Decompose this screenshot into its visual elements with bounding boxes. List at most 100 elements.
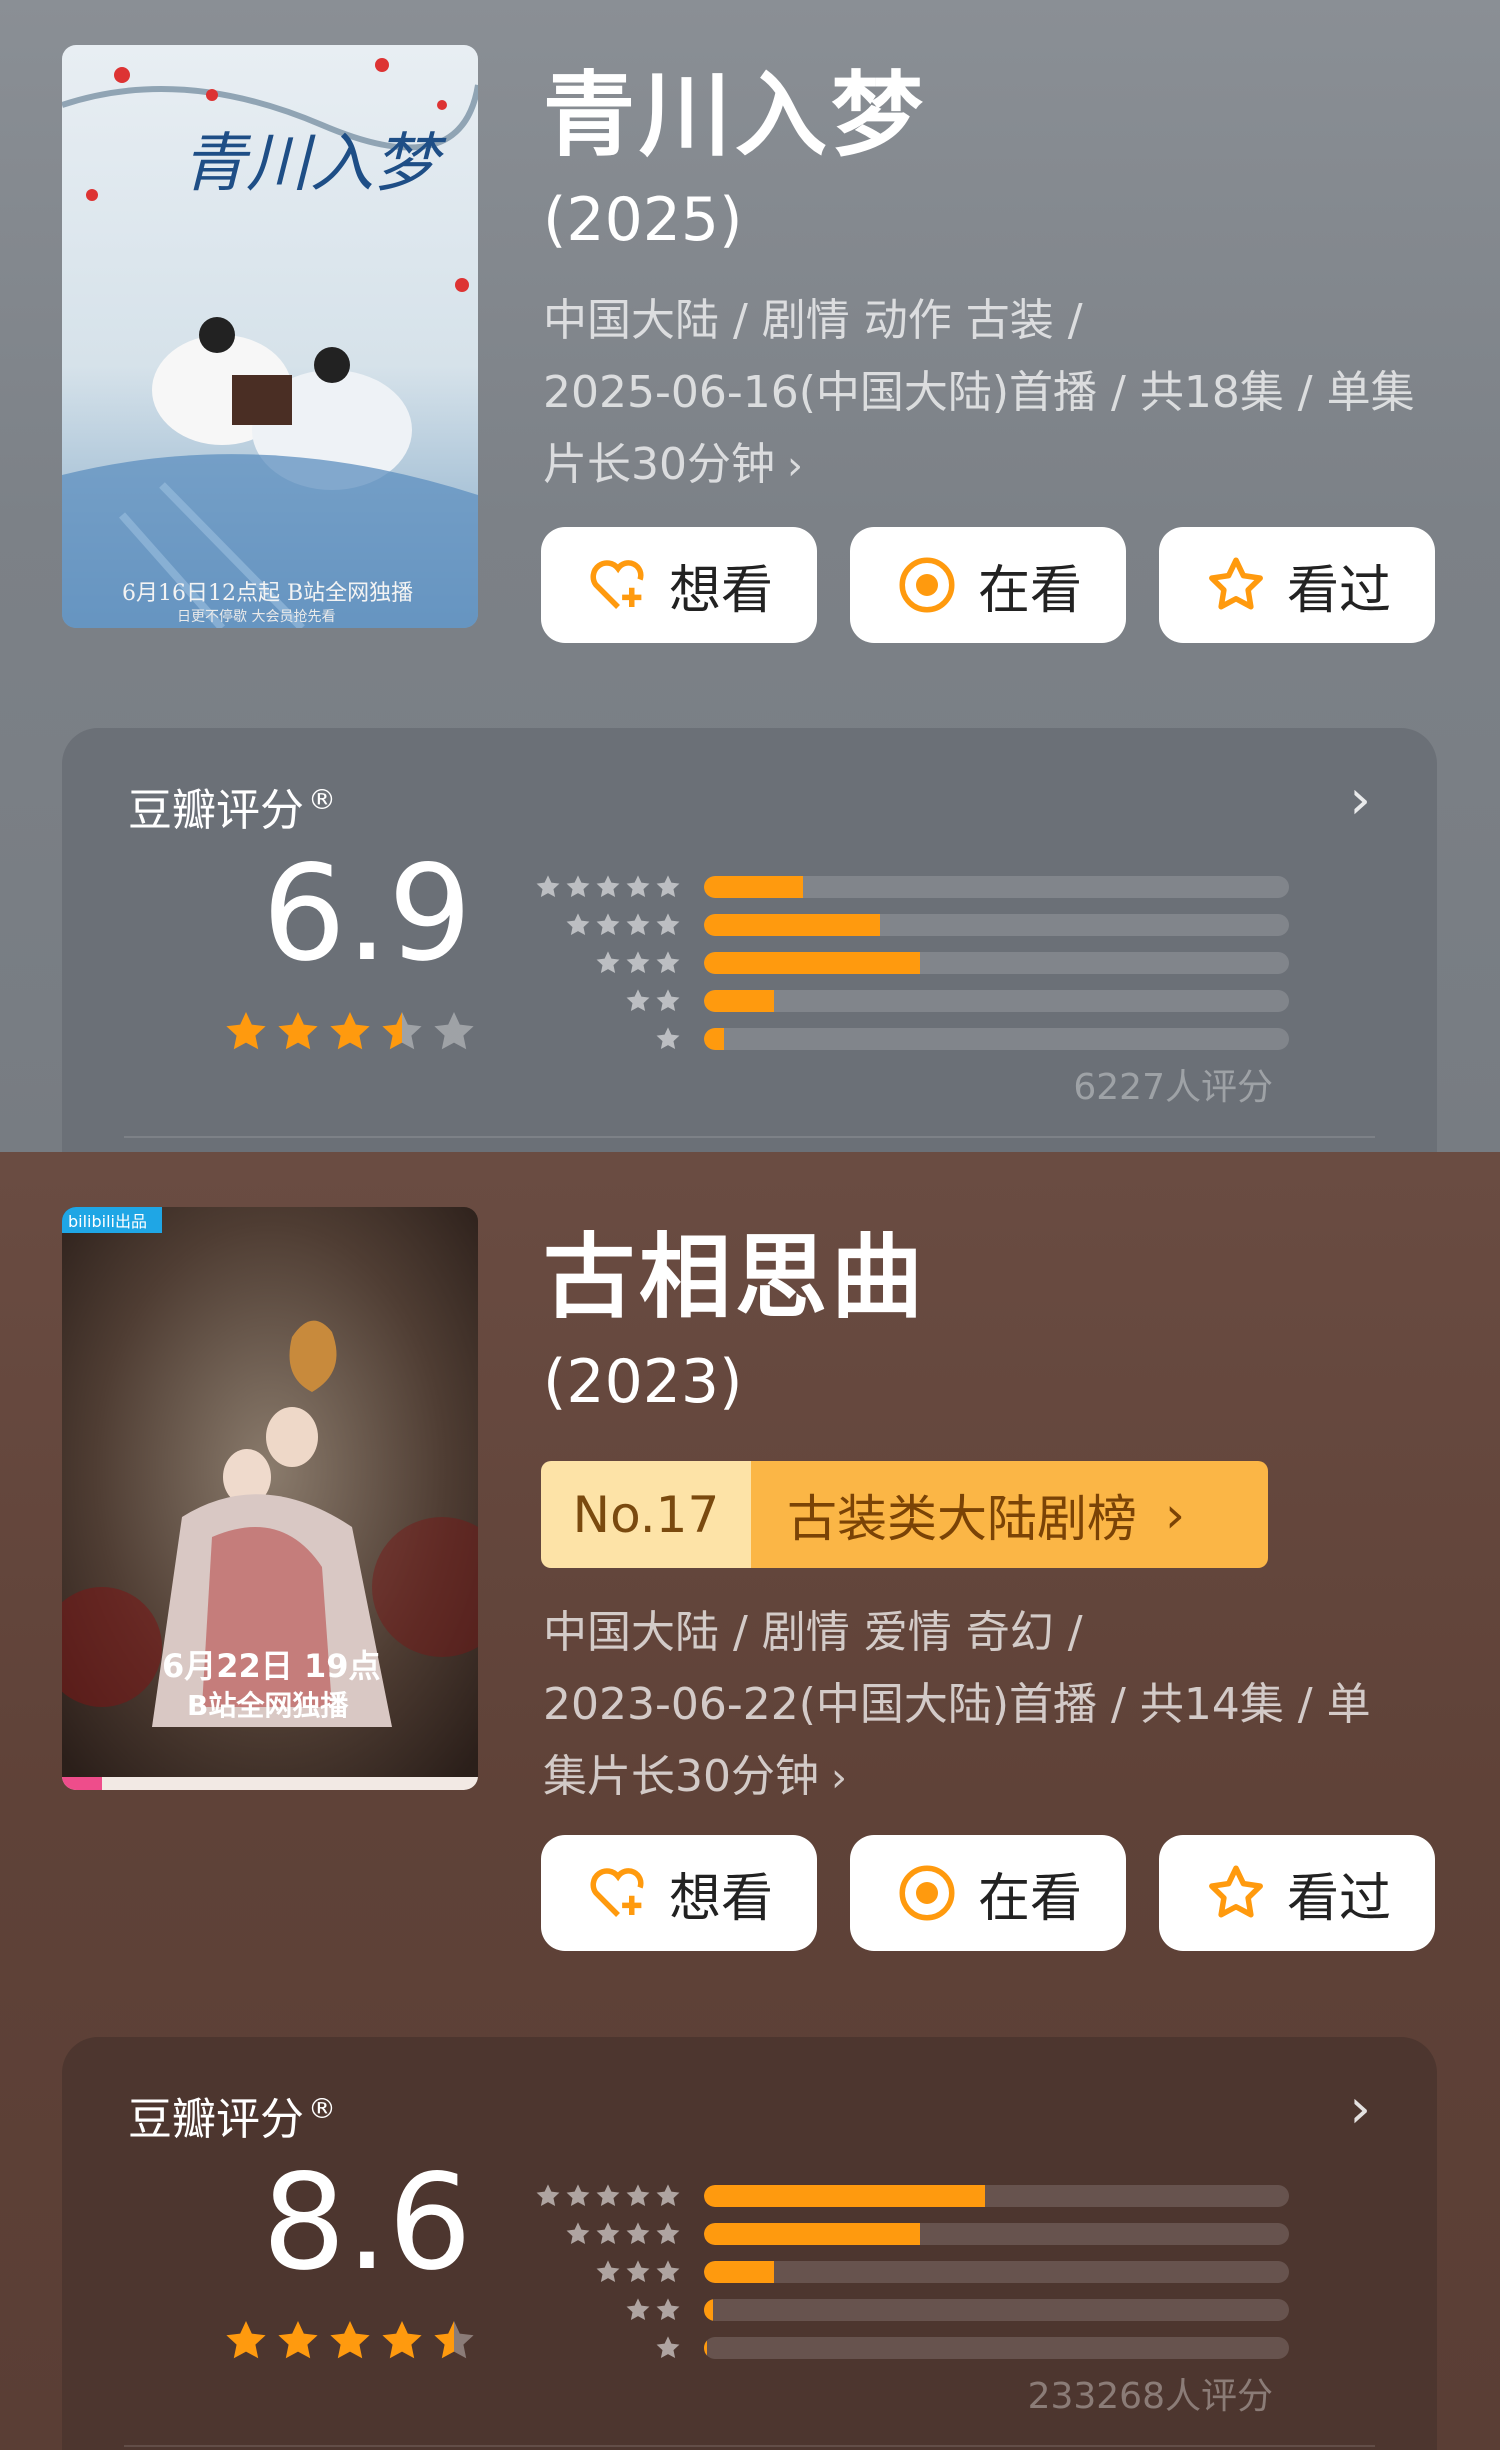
- divider: [124, 1136, 1375, 1138]
- mini-star-icon: [626, 2222, 650, 2245]
- distribution-bar: [704, 2299, 713, 2321]
- mini-star-icon: [596, 951, 620, 974]
- mini-star-icon: [596, 875, 620, 898]
- distribution-track: [704, 2337, 1289, 2359]
- rank-list: 古装类大陆剧榜 ›: [751, 1461, 1268, 1568]
- star-outline-icon: [1209, 557, 1263, 610]
- mini-star-icon: [656, 2260, 680, 2283]
- rating-star: [330, 2321, 370, 2359]
- show-year: (2025): [543, 185, 743, 255]
- mini-star-icon: [626, 951, 650, 974]
- poster-caption-2: 日更不停歇 大会员抢先看: [177, 608, 335, 625]
- mini-star-icon: [626, 2184, 650, 2207]
- distribution-row: [522, 2291, 1289, 2329]
- distribution-track: [704, 876, 1289, 898]
- show-year: (2023): [543, 1347, 743, 1417]
- meta-line: 2025-06-16(中国大陆)首播 / 共18集 / 单集: [543, 367, 1415, 418]
- rank-banner[interactable]: No.17 古装类大陆剧榜 ›: [541, 1461, 1268, 1568]
- distribution-bar: [704, 2223, 921, 2245]
- mini-star-icon: [656, 875, 680, 898]
- rating-score: 6.9: [262, 837, 472, 991]
- mini-star-icon: [596, 2260, 620, 2283]
- distribution-bar: [704, 2337, 707, 2359]
- distribution-row: [522, 1020, 1289, 1058]
- heart-plus-icon: [590, 1868, 644, 1917]
- distribution-row: [522, 868, 1289, 906]
- poster-image[interactable]: bilibili出品 6月22日 19点 B站全网独播: [62, 1207, 478, 1790]
- score-stars: [222, 2317, 478, 2365]
- mini-star-icon: [626, 2298, 650, 2321]
- row-stars: [522, 911, 682, 939]
- chevron-right-icon: ›: [1165, 1485, 1185, 1544]
- mini-star-icon: [626, 989, 650, 1012]
- rating-star: [278, 1012, 318, 1050]
- mini-star-icon: [566, 2222, 590, 2245]
- rating-star: [226, 1012, 266, 1050]
- show-meta[interactable]: 中国大陆 / 剧情 动作 古装 / 2025-06-16(中国大陆)首播 / 共…: [543, 285, 1453, 502]
- mini-star-icon: [656, 1027, 680, 1050]
- watching-label: 在看: [977, 560, 1082, 621]
- score-stars: [222, 1008, 478, 1056]
- distribution-bar: [704, 952, 921, 974]
- watched-button[interactable]: 看过: [1159, 527, 1435, 643]
- distribution-track: [704, 2223, 1289, 2245]
- mini-star-icon: [596, 2184, 620, 2207]
- row-stars: [522, 2220, 682, 2248]
- chevron-right-icon: ›: [831, 1755, 847, 1801]
- mini-star-icon: [536, 2184, 560, 2207]
- row-stars: [522, 2258, 682, 2286]
- show-title: 古相思曲: [543, 1224, 928, 1331]
- show-section: 青川入梦 6月16日12点起 B站全网独播 日更不停歇 大会员抢先看 青川入梦 …: [0, 0, 1500, 1152]
- mini-star-icon: [566, 913, 590, 936]
- watched-label: 看过: [1286, 560, 1391, 621]
- poster-image[interactable]: 青川入梦 6月16日12点起 B站全网独播 日更不停歇 大会员抢先看: [62, 45, 478, 628]
- mini-star-icon: [596, 913, 620, 936]
- divider: [124, 2445, 1375, 2447]
- row-stars: [522, 2182, 682, 2210]
- meta-line: 中国大陆 / 剧情 爱情 奇幻 /: [543, 1607, 1083, 1658]
- rating-count: 233268人评分: [1027, 2376, 1273, 2417]
- meta-line: 中国大陆 / 剧情 动作 古装 /: [543, 295, 1083, 346]
- mini-star-icon: [566, 875, 590, 898]
- distribution-row: [522, 2253, 1289, 2291]
- want-label: 想看: [668, 560, 773, 621]
- poster-badge: bilibili出品: [68, 1212, 147, 1231]
- mini-star-icon: [656, 951, 680, 974]
- want-button[interactable]: 想看: [541, 527, 817, 643]
- watching-button[interactable]: 在看: [850, 527, 1126, 643]
- want-label: 想看: [668, 1868, 773, 1929]
- row-stars: [522, 987, 682, 1015]
- mini-star-icon: [656, 2298, 680, 2321]
- poster-art: bilibili出品 6月22日 19点 B站全网独播: [62, 1207, 478, 1790]
- distribution-row: [522, 906, 1289, 944]
- poster-date: 6月22日 19点: [162, 1647, 380, 1685]
- distribution-bar: [704, 914, 880, 936]
- watched-button[interactable]: 看过: [1159, 1835, 1435, 1951]
- chevron-right-icon[interactable]: ›: [1349, 2077, 1371, 2140]
- mini-star-icon: [656, 989, 680, 1012]
- row-stars: [522, 2296, 682, 2324]
- distribution-track: [704, 2299, 1289, 2321]
- distribution-row: [522, 2329, 1289, 2367]
- want-button[interactable]: 想看: [541, 1835, 817, 1951]
- distribution-bar: [704, 2185, 985, 2207]
- rating-star: [330, 1012, 370, 1050]
- mini-star-icon: [656, 2184, 680, 2207]
- rating-star: [382, 2321, 422, 2359]
- mini-star-icon: [626, 2260, 650, 2283]
- rating-card[interactable]: 豆瓣评分 ® › 8.6 233268人评分: [62, 2037, 1437, 2450]
- chevron-right-icon[interactable]: ›: [1349, 768, 1371, 831]
- distribution-row: [522, 982, 1289, 1020]
- watching-button[interactable]: 在看: [850, 1835, 1126, 1951]
- rating-star: [226, 2321, 266, 2359]
- show-meta[interactable]: 中国大陆 / 剧情 爱情 奇幻 / 2023-06-22(中国大陆)首播 / 共…: [543, 1597, 1453, 1814]
- rating-card[interactable]: 豆瓣评分 ® › 6.9 6227人评分: [62, 728, 1437, 1152]
- distribution-track: [704, 914, 1289, 936]
- watched-label: 看过: [1286, 1868, 1391, 1929]
- distribution-bar: [704, 990, 775, 1012]
- rating-label: 豆瓣评分 ®: [128, 783, 336, 836]
- watching-label: 在看: [977, 1868, 1082, 1929]
- rating-distribution: [522, 2177, 1289, 2367]
- poster-art: 青川入梦 6月16日12点起 B站全网独播 日更不停歇 大会员抢先看: [62, 45, 478, 628]
- target-icon: [899, 557, 955, 613]
